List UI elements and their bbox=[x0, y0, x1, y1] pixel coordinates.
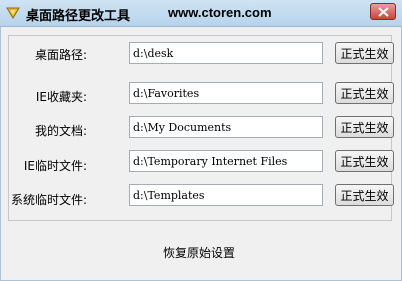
restore-defaults-link[interactable]: 恢复原始设置 bbox=[163, 244, 235, 261]
label-ie-temp-files: IE临时文件: bbox=[23, 159, 87, 173]
desktop-path-input[interactable] bbox=[129, 42, 323, 64]
window-title: 桌面路径更改工具 bbox=[26, 9, 131, 24]
my-documents-input[interactable] bbox=[129, 116, 323, 138]
close-button[interactable] bbox=[370, 3, 396, 20]
settings-group: 桌面路径: 正式生效 IE收藏夹: 正式生效 我的文档: 正式生效 IE临时文件… bbox=[8, 35, 394, 221]
ie-favorites-input[interactable] bbox=[129, 82, 323, 104]
system-temp-files-input[interactable] bbox=[129, 184, 323, 206]
label-desktop-path: 桌面路径: bbox=[34, 48, 87, 62]
title-bar[interactable]: 桌面路径更改工具 www.ctoren.com bbox=[0, 0, 402, 27]
label-system-temp-files: 系统临时文件: bbox=[10, 193, 87, 207]
apply-documents-button[interactable]: 正式生效 bbox=[335, 116, 394, 138]
close-icon bbox=[378, 7, 389, 17]
site-url: www.ctoren.com bbox=[168, 5, 272, 20]
client-area: 桌面路径: 正式生效 IE收藏夹: 正式生效 我的文档: 正式生效 IE临时文件… bbox=[0, 27, 402, 281]
label-my-documents: 我的文档: bbox=[34, 124, 87, 138]
apply-system-temp-button[interactable]: 正式生效 bbox=[335, 184, 394, 206]
app-icon bbox=[5, 5, 21, 21]
apply-favorites-button[interactable]: 正式生效 bbox=[335, 82, 394, 104]
label-ie-favorites: IE收藏夹: bbox=[35, 90, 87, 104]
app-window: 桌面路径更改工具 www.ctoren.com 桌面路径: 正式生效 IE收藏夹… bbox=[0, 0, 402, 281]
ie-temp-files-input[interactable] bbox=[129, 150, 323, 172]
apply-ie-temp-button[interactable]: 正式生效 bbox=[335, 150, 394, 172]
apply-desktop-button[interactable]: 正式生效 bbox=[335, 42, 394, 64]
